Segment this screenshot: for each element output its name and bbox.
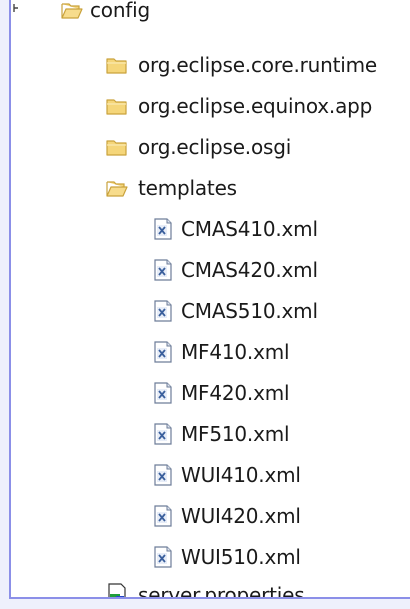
tree-item-file[interactable]: CMAS410.xml [11, 209, 410, 249]
tree-item-label: WUI410.xml [181, 463, 301, 487]
tree-item-label: CMAS410.xml [181, 217, 318, 241]
xml-file-icon [154, 218, 172, 240]
tree-item-file[interactable]: WUI510.xml [11, 537, 410, 577]
tree-item-file[interactable]: MF510.xml [11, 414, 410, 454]
tree-item-label: config [90, 0, 151, 22]
tree-item-label: org.eclipse.core.runtime [138, 53, 377, 77]
tree-item-file[interactable]: MF410.xml [11, 332, 410, 372]
xml-file-icon [154, 300, 172, 322]
window-border-bottom [9, 597, 410, 599]
xml-file-icon [154, 464, 172, 486]
tree-item-label: CMAS420.xml [181, 258, 318, 282]
tree-item-label: org.eclipse.equinox.app [138, 94, 373, 118]
xml-file-icon [154, 423, 172, 445]
tree-item-label: MF410.xml [181, 340, 290, 364]
tree-item-label: MF420.xml [181, 381, 290, 405]
xml-file-icon [154, 341, 172, 363]
tree-item-file[interactable]: CMAS510.xml [11, 291, 410, 331]
tree-item-label: org.eclipse.osgi [138, 135, 292, 159]
xml-file-icon [154, 505, 172, 527]
tree-item-org-eclipse-core-runtime[interactable]: org.eclipse.core.runtime [11, 45, 410, 85]
xml-file-icon [154, 259, 172, 281]
folder-open-icon [106, 181, 128, 197]
tree-item-org-eclipse-equinox-app[interactable]: org.eclipse.equinox.app [11, 86, 410, 126]
tree-item-templates[interactable]: templates [11, 168, 410, 208]
folder-open-icon [61, 3, 83, 19]
tree-item-server-properties[interactable]: server.properties [11, 575, 410, 597]
tree-item-label: templates [138, 176, 237, 200]
window-frame-bottom [0, 598, 410, 609]
properties-file-icon [108, 583, 126, 597]
tree-item-label: WUI510.xml [181, 545, 301, 569]
tree-item-label: CMAS510.xml [181, 299, 318, 323]
folder-icon [106, 140, 127, 156]
tree-item-org-eclipse-osgi[interactable]: org.eclipse.osgi [11, 127, 410, 167]
tree-item-label: WUI420.xml [181, 504, 301, 528]
folder-icon [106, 58, 127, 74]
tree-item-label: MF510.xml [181, 422, 290, 446]
tree-item-file[interactable]: WUI410.xml [11, 455, 410, 495]
xml-file-icon [154, 382, 172, 404]
project-explorer-tree[interactable]: config org.eclipse.core.runtime org.ecli… [11, 0, 410, 597]
tree-item-file[interactable]: MF420.xml [11, 373, 410, 413]
folder-icon [106, 99, 127, 115]
tree-item-label: server.properties [138, 583, 305, 597]
tree-item-file[interactable]: CMAS420.xml [11, 250, 410, 290]
xml-file-icon [154, 546, 172, 568]
tree-item-config[interactable]: config [11, 0, 410, 30]
tree-item-file[interactable]: WUI420.xml [11, 496, 410, 536]
